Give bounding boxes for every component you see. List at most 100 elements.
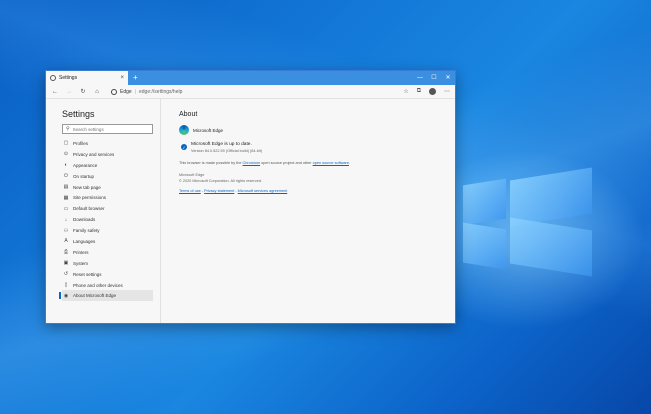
sidebar-item-icon: ⏻: [64, 173, 68, 180]
toolbar-actions: ☆ ⧉ ⋯: [403, 88, 450, 95]
sidebar-item-icon: ▭: [63, 205, 69, 212]
privacy-link[interactable]: Privacy statement: [204, 189, 234, 193]
address-separator: |: [134, 88, 136, 95]
open-source-link[interactable]: open source software: [313, 161, 349, 165]
settings-sidebar: Settings ⚲ ▢ Profiles ⊙ Privacy and service…: [46, 99, 161, 323]
sidebar-item-label: Appearance: [73, 162, 98, 168]
terms-link[interactable]: Terms of use: [179, 189, 201, 193]
services-agreement-link[interactable]: Microsoft services agreement: [238, 189, 288, 193]
credit-end: .: [348, 161, 350, 165]
new-tab-button[interactable]: +: [128, 71, 143, 85]
sidebar-item-icon: ↓: [64, 216, 68, 223]
sidebar-item-icon: ▦: [63, 194, 69, 201]
sidebar-item-icon: ↺: [63, 271, 69, 278]
sidebar-item-icon: A: [64, 238, 68, 245]
update-status-text: Microsoft Edge is up to date.: [191, 142, 252, 147]
legal-links: Terms of use - Privacy statement - Micro…: [179, 189, 437, 193]
sidebar-item[interactable]: ↺ Reset settings: [62, 269, 153, 280]
forward-button[interactable]: →: [65, 89, 73, 95]
sidebar-item[interactable]: ▦ Site permissions: [62, 192, 153, 203]
sidebar-item[interactable]: ◐ Appearance: [62, 160, 153, 171]
search-input[interactable]: [72, 126, 151, 132]
close-window-button[interactable]: ✕: [441, 71, 455, 85]
collections-icon[interactable]: ⧉: [417, 88, 421, 95]
window-controls: — ☐ ✕: [413, 71, 455, 85]
sidebar-item-icon: ▤: [63, 184, 69, 190]
sidebar-item-label: System: [73, 260, 89, 266]
maximize-button[interactable]: ☐: [427, 71, 441, 85]
sidebar-item-label: Family safety: [73, 228, 100, 234]
back-button[interactable]: ←: [51, 89, 59, 95]
page-content: Settings ⚲ ▢ Profiles ⊙ Privacy and service…: [46, 99, 455, 323]
sidebar-item-icon: ◐: [64, 162, 68, 169]
sidebar-item[interactable]: A Languages: [62, 236, 153, 247]
sidebar-item[interactable]: ⚇ Family safety: [62, 225, 153, 236]
sidebar-item-icon: ⎙: [63, 249, 68, 256]
about-panel: About Microsoft Edge ✓ Microsoft Edge is…: [161, 99, 455, 323]
product-name: Microsoft Edge: [193, 127, 224, 133]
edge-logo-icon: [179, 125, 189, 135]
sidebar-item-icon: ▢: [63, 140, 69, 147]
sidebar-item-label: Site permissions: [73, 195, 107, 201]
sidebar-item-label: On startup: [73, 173, 95, 179]
sidebar-item-label: Default browser: [73, 206, 105, 212]
more-menu-icon[interactable]: ⋯: [444, 88, 450, 95]
chromium-link[interactable]: Chromium: [243, 161, 261, 165]
profile-avatar[interactable]: [429, 88, 436, 95]
tab-bar: Settings × + — ☐ ✕: [46, 71, 455, 85]
windows-logo-pane: [463, 222, 506, 270]
sidebar-item[interactable]: ▢ Profiles: [62, 138, 153, 149]
page-title: About: [179, 111, 198, 118]
browser-toolbar: ← → ↻ ⌂ Edge | edge://settings/help ☆ ⧉ …: [46, 85, 455, 99]
tab-close-button[interactable]: ×: [120, 75, 124, 81]
sidebar-item-icon: ▣: [63, 260, 69, 267]
sidebar-item[interactable]: ⊙ Privacy and services: [62, 149, 153, 160]
sidebar-item-label: Downloads: [73, 217, 96, 223]
search-box[interactable]: ⚲: [62, 124, 153, 134]
sidebar-item-icon: ⊙: [63, 151, 69, 158]
credit-text: This browser is made possible by the Chr…: [179, 161, 437, 165]
copyright-text: © 2020 Microsoft Corporation. All rights…: [179, 179, 262, 183]
refresh-button[interactable]: ↻: [79, 88, 87, 95]
sidebar-item-label: Printers: [73, 249, 89, 255]
url-text[interactable]: edge://settings/help: [139, 89, 182, 95]
credit-prefix: This browser is made possible by the: [179, 161, 242, 165]
tab-title: Settings: [59, 75, 78, 81]
browser-window: Settings × + — ☐ ✕ ← → ↻ ⌂ Edge | edge:/…: [45, 70, 456, 324]
sidebar-item-label: About Microsoft Edge: [73, 293, 117, 299]
tab-settings[interactable]: Settings ×: [46, 71, 128, 85]
minimize-button[interactable]: —: [413, 71, 427, 85]
checkmark-icon: ✓: [181, 144, 187, 150]
favorite-star-icon[interactable]: ☆: [403, 88, 408, 95]
sidebar-item[interactable]: ▯ Phone and other devices: [62, 280, 153, 291]
sidebar-item[interactable]: ⏻ On startup: [62, 171, 153, 182]
address-bar[interactable]: Edge | edge://settings/help: [107, 88, 397, 95]
sidebar-item-label: Languages: [73, 238, 96, 244]
sidebar-item[interactable]: ⎙ Printers: [62, 247, 153, 258]
credit-middle: open source project and other: [261, 161, 312, 165]
windows-logo-pane: [463, 178, 506, 226]
sidebar-item[interactable]: ▭ Default browser: [62, 203, 153, 214]
sidebar-item[interactable]: ▣ System: [62, 258, 153, 269]
search-icon: ⚲: [66, 126, 70, 132]
sidebar-item[interactable]: ↓ Downloads: [62, 214, 153, 225]
gear-icon: [50, 75, 56, 81]
sidebar-item-label: Profiles: [73, 140, 89, 146]
update-status: ✓ Microsoft Edge is up to date. Version …: [181, 142, 437, 153]
sidebar-item-icon: ◉: [63, 292, 69, 299]
sidebar-item-label: New tab page: [73, 184, 101, 190]
product-header: Microsoft Edge: [179, 125, 437, 135]
sidebar-item-icon: ⚇: [63, 227, 69, 234]
sidebar-item-label: Reset settings: [73, 271, 102, 277]
home-button[interactable]: ⌂: [93, 89, 101, 95]
sidebar-title: Settings: [62, 109, 95, 119]
site-label: Edge: [120, 88, 132, 95]
sidebar-item[interactable]: ◉ About Microsoft Edge: [59, 290, 153, 302]
sidebar-item[interactable]: ▤ New tab page: [62, 182, 153, 193]
sidebar-item-label: Privacy and services: [73, 151, 115, 157]
sidebar-item-icon: ▯: [64, 282, 68, 289]
version-text: Version 84.0.522.59 (Official build) (64…: [191, 149, 263, 153]
settings-menu: ▢ Profiles ⊙ Privacy and services ◐ Appearanc…: [59, 138, 160, 302]
edge-icon: [111, 88, 117, 95]
sidebar-item-label: Phone and other devices: [73, 282, 123, 288]
